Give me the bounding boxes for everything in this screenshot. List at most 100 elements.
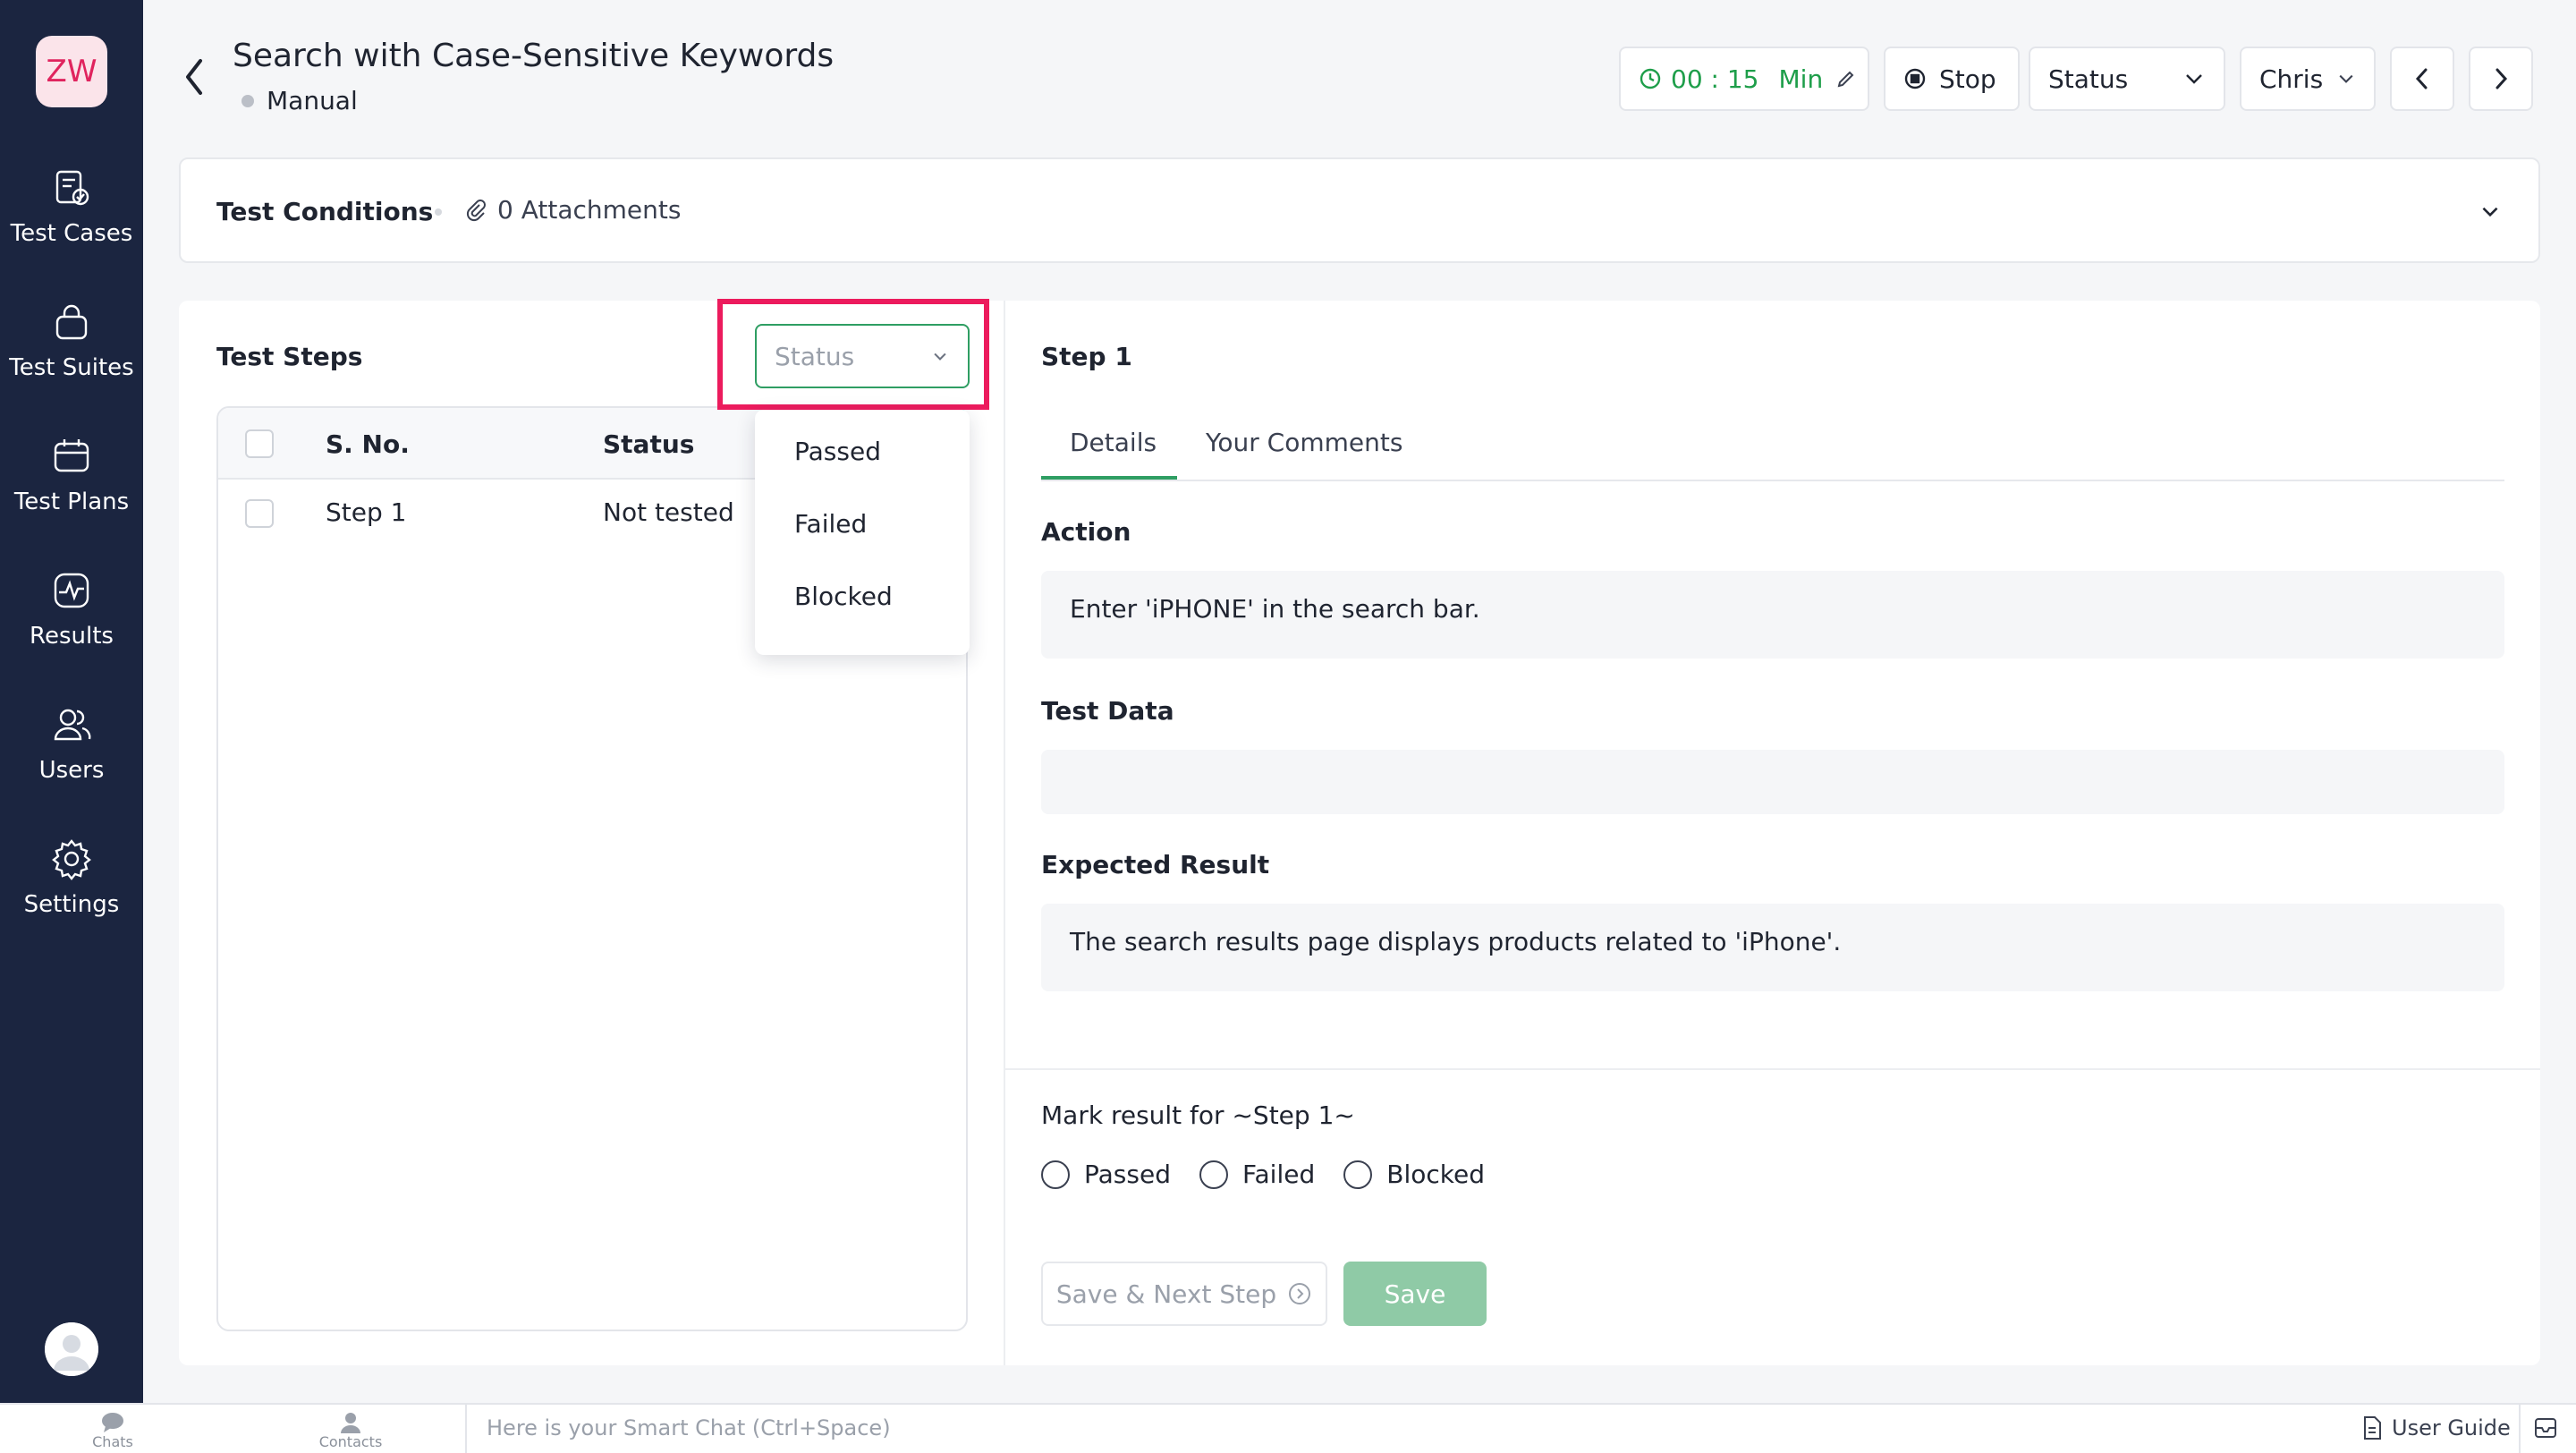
document-icon <box>2364 1416 2381 1440</box>
radio-circle[interactable] <box>1199 1160 1228 1189</box>
chats-label: Chats <box>92 1433 133 1450</box>
smart-chat-input[interactable]: Here is your Smart Chat (Ctrl+Space) <box>465 1405 2343 1453</box>
timer-display[interactable]: 00 : 15 Min <box>1619 47 1869 111</box>
sidebar-item-settings[interactable]: Settings <box>0 837 143 954</box>
sidebar-item-label: Results <box>30 623 114 650</box>
user-guide-link[interactable]: User Guide <box>2361 1415 2511 1440</box>
column-header-sno: S. No. <box>326 429 410 459</box>
menu-item-failed[interactable]: Failed <box>755 491 970 559</box>
status-filter-select[interactable]: Status <box>755 324 970 388</box>
radio-passed[interactable]: Passed <box>1041 1160 1171 1189</box>
app-root: ZW Test Cases Test Suites Test Plans Res… <box>0 0 2576 1453</box>
column-header-status: Status <box>603 429 695 459</box>
sidebar-item-label: Test Plans <box>13 489 130 515</box>
radio-label: Failed <box>1241 1160 1316 1189</box>
row-sno: Step 1 <box>326 497 407 527</box>
back-button[interactable] <box>179 55 211 102</box>
active-tab-indicator <box>1041 476 1177 480</box>
contacts-button[interactable]: Contacts <box>297 1412 404 1450</box>
timer-unit: Min <box>1778 64 1824 94</box>
radio-blocked[interactable]: Blocked <box>1343 1160 1485 1189</box>
sidebar-item-test-plans[interactable]: Test Plans <box>0 435 143 551</box>
user-guide-label: User Guide <box>2392 1415 2511 1440</box>
sidebar-item-users[interactable]: Users <box>0 703 143 820</box>
separator-dot <box>435 208 442 216</box>
bottom-bar: Chats Contacts Here is your Smart Chat (… <box>0 1403 2576 1453</box>
notifications-button[interactable] <box>2533 1415 2558 1444</box>
test-conditions-panel[interactable]: Test Conditions 0 Attachments <box>179 157 2540 263</box>
app-logo[interactable]: ZW <box>36 36 107 107</box>
test-type-label: Manual <box>267 86 358 115</box>
select-all-checkbox[interactable] <box>245 429 274 458</box>
row-checkbox[interactable] <box>245 499 274 528</box>
test-steps-title: Test Steps <box>216 342 363 371</box>
test-plans-icon <box>54 439 89 472</box>
sidebar-item-label: Test Cases <box>10 220 133 247</box>
radio-failed[interactable]: Failed <box>1199 1160 1315 1189</box>
clock-icon <box>1640 68 1661 89</box>
radio-circle[interactable] <box>1343 1160 1373 1189</box>
sidebar-item-test-suites[interactable]: Test Suites <box>0 301 143 417</box>
status-filter-placeholder: Status <box>775 341 855 371</box>
status-dropdown[interactable]: Status <box>2029 47 2225 111</box>
step-title: Step 1 <box>1041 342 1132 371</box>
expected-result-label: Expected Result <box>1041 850 1270 879</box>
step-detail-pane: Step 1 Details Your Comments Action Ente… <box>1005 301 2540 1365</box>
detail-tabs: Details Your Comments <box>1041 415 2504 481</box>
menu-item-blocked[interactable]: Blocked <box>755 564 970 632</box>
stop-button[interactable]: Stop <box>1884 47 2020 111</box>
chevron-right-icon <box>2496 68 2508 89</box>
save-and-next-button[interactable]: Save & Next Step <box>1041 1262 1327 1326</box>
pencil-icon[interactable] <box>1835 68 1857 89</box>
assignee-label: Chris <box>2259 64 2324 94</box>
test-suites-icon <box>55 304 88 340</box>
results-icon <box>54 573 89 608</box>
sidebar-item-label: Users <box>38 757 105 784</box>
chats-button[interactable]: Chats <box>59 1412 166 1450</box>
page-title: Search with Case-Sensitive Keywords <box>233 38 835 74</box>
test-conditions-title: Test Conditions <box>216 197 434 226</box>
row-status: Not tested <box>603 497 734 527</box>
radio-label: Passed <box>1084 1160 1171 1189</box>
sidebar-item-test-cases[interactable]: Test Cases <box>0 166 143 283</box>
user-avatar[interactable] <box>45 1322 98 1376</box>
test-steps-pane: Test Steps S. No. Status Step 1 Not test… <box>179 299 1005 1365</box>
chevron-left-icon <box>186 59 202 95</box>
contacts-label: Contacts <box>318 1433 383 1450</box>
sidebar: ZW Test Cases Test Suites Test Plans Res… <box>0 0 143 1403</box>
tab-details[interactable]: Details <box>1070 428 1157 481</box>
radio-circle[interactable] <box>1041 1160 1070 1189</box>
save-button[interactable]: Save <box>1343 1262 1487 1326</box>
next-test-button[interactable] <box>2469 47 2533 111</box>
chat-bubble-icon <box>102 1413 123 1432</box>
test-data-value <box>1041 750 2504 814</box>
contacts-icon <box>341 1413 360 1433</box>
users-icon <box>54 709 91 741</box>
chevron-down-icon <box>2339 74 2353 83</box>
previous-test-button[interactable] <box>2390 47 2454 111</box>
divider <box>2519 1405 2521 1453</box>
paperclip-icon <box>466 199 486 221</box>
test-data-label: Test Data <box>1041 696 1174 726</box>
chevron-down-icon <box>2482 207 2498 217</box>
chevron-left-icon <box>2415 68 2428 89</box>
mark-result-label: Mark result for ~Step 1~ <box>1041 1100 1355 1130</box>
sidebar-item-results[interactable]: Results <box>0 569 143 685</box>
save-and-next-label: Save & Next Step <box>1055 1279 1277 1309</box>
sidebar-item-label: Settings <box>23 891 120 918</box>
test-cases-icon <box>55 170 89 206</box>
type-indicator-dot <box>242 95 254 107</box>
arrow-right-circle-icon <box>1289 1283 1311 1304</box>
sidebar-item-label: Test Suites <box>9 354 134 381</box>
tab-your-comments[interactable]: Your Comments <box>1206 428 1402 481</box>
inbox-icon <box>2535 1418 2556 1438</box>
gear-icon <box>52 839 91 880</box>
expected-result-value: The search results page displays product… <box>1041 904 2504 991</box>
result-radio-group: Passed Failed Blocked <box>1041 1160 1513 1189</box>
stop-label: Stop <box>1939 64 1996 94</box>
attachments-link[interactable]: 0 Attachments <box>463 195 681 225</box>
expand-conditions-button[interactable] <box>2478 199 2503 227</box>
assignee-dropdown[interactable]: Chris <box>2240 47 2376 111</box>
radio-label: Blocked <box>1386 1160 1485 1189</box>
menu-item-passed[interactable]: Passed <box>755 419 970 487</box>
